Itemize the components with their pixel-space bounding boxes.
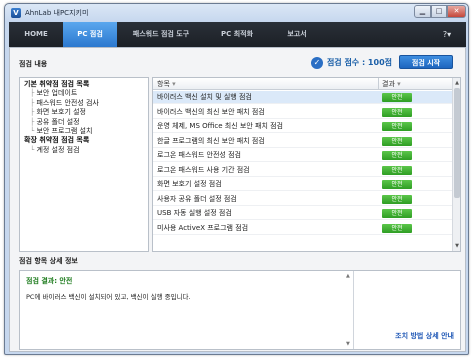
result-safe-badge: 안전	[382, 194, 412, 204]
row-item-label: 로그온 패스워드 사용 기간 점검	[157, 165, 250, 174]
table-row[interactable]: USB 자동 실행 설정 점검 안전	[153, 207, 453, 220]
row-item-label: 로그온 패스워드 안전성 점검	[157, 151, 241, 159]
detail-panel: 점검 결과: 안전 PC에 바이러스 백신이 설치되어 있고, 백신이 실행 중…	[19, 270, 461, 350]
sort-down-icon: ▾	[397, 80, 401, 88]
result-safe-badge: 안전	[382, 223, 412, 233]
header-result[interactable]: 결과 ▾	[382, 78, 401, 90]
table-header: 항목 ▾ 결과 ▾	[153, 78, 453, 90]
detail-section-title: 점검 항목 상세 정보	[19, 257, 78, 265]
tab-report[interactable]: 보고서	[269, 22, 325, 47]
tab-password-tool[interactable]: 패스워드 점검 도구	[117, 22, 205, 47]
table-row[interactable]: 한글 프로그램의 최신 보안 패치 점검 안전	[153, 135, 453, 148]
table-scrollbar[interactable]: ▲ ▼	[452, 78, 460, 251]
detail-divider	[353, 271, 354, 349]
result-safe-badge: 안전	[382, 180, 412, 189]
result-safe-badge: 안전	[382, 93, 412, 102]
tab-home[interactable]: HOME	[9, 22, 63, 47]
tree-item-screensaver[interactable]: ├ 화면 보호기 설정	[20, 108, 148, 117]
detail-description: PC에 바이러스 백신이 설치되어 있고, 백신이 실행 중입니다.	[26, 293, 191, 301]
row-item-label: 바이러스 백신 설치 및 실행 점검	[157, 93, 252, 101]
check-section-title: 점검 내용	[19, 60, 48, 68]
result-safe-badge: 안전	[382, 107, 412, 117]
minimize-button[interactable]: ▁	[414, 5, 431, 18]
check-tree: 기본 취약점 점검 목록 ├ 보안 업데이트 ├ 패스워드 안전성 검사 ├ 화…	[19, 77, 149, 252]
check-score: ✓ 점검 점수 : 100점	[310, 56, 392, 70]
scroll-down-icon[interactable]: ▼	[346, 341, 350, 347]
tab-pc-optimize[interactable]: PC 최적화	[205, 22, 269, 47]
result-safe-badge: 안전	[382, 122, 412, 131]
table-row[interactable]: 바이러스 백신 설치 및 실행 점검 안전	[153, 91, 453, 104]
scroll-down-icon[interactable]: ▼	[453, 242, 460, 250]
main-nav: HOME PC 점검 패스워드 점검 도구 PC 최적화 보고서 ?▾	[9, 22, 466, 47]
window-title: AhnLab 내PC지키미	[25, 9, 89, 17]
action-guide-link[interactable]: 조치 방법 상세 안내	[395, 331, 454, 341]
table-row[interactable]: 사용자 공유 폴더 설정 점검 안전	[153, 193, 453, 206]
check-results-table: 항목 ▾ 결과 ▾ 바이러스 백신 설치 및 실행 점검 안전 바이러스 백신의 최…	[152, 77, 461, 252]
table-row[interactable]: 미사용 ActiveX 프로그램 점검 안전	[153, 222, 453, 235]
score-label: 점검 점수 : 100점	[326, 58, 392, 67]
row-item-label: 사용자 공유 폴더 설정 점검	[157, 194, 237, 203]
row-item-label: USB 자동 실행 설정 점검	[157, 209, 232, 217]
tree-item-account[interactable]: └ 계정 설정 점검	[20, 146, 148, 155]
table-row[interactable]: 운영 체제, MS Office 최신 보안 패치 점검 안전	[153, 120, 453, 133]
close-button[interactable]: ✕	[447, 5, 466, 18]
tree-item-security-program[interactable]: └ 보안 프로그램 설치	[20, 127, 148, 136]
detail-scrollbar[interactable]: ▲ ▼	[346, 273, 352, 347]
table-row[interactable]: 로그온 패스워드 사용 기간 점검 안전	[153, 164, 453, 177]
row-item-label: 운영 체제, MS Office 최신 보안 패치 점검	[157, 122, 283, 130]
row-item-label: 미사용 ActiveX 프로그램 점검	[157, 223, 249, 232]
ahnlab-logo-icon: V	[11, 8, 21, 18]
tree-item-extended[interactable]: 확장 취약점 점검 목록	[20, 136, 148, 145]
content-panel: 점검 내용 ✓ 점검 점수 : 100점 점검 시작 기본 취약점 점검 목록 ├…	[9, 47, 466, 352]
result-safe-badge: 안전	[382, 151, 412, 160]
maximize-button[interactable]: □	[431, 5, 447, 18]
scroll-up-icon[interactable]: ▲	[346, 273, 350, 279]
tree-item-shared-folder[interactable]: ├ 공유 폴더 설정	[20, 118, 148, 127]
table-row[interactable]: 로그온 패스워드 안전성 점검 안전	[153, 149, 453, 162]
row-item-label: 화면 보호기 설정 점검	[157, 180, 222, 188]
row-item-label: 바이러스 백신의 최신 보안 패치 점검	[157, 107, 265, 116]
row-item-label: 한글 프로그램의 최신 보안 패치 점검	[157, 136, 265, 145]
header-item[interactable]: 항목 ▾	[157, 78, 176, 90]
table-row[interactable]: 화면 보호기 설정 점검 안전	[153, 178, 453, 191]
result-safe-badge: 안전	[382, 209, 412, 218]
result-safe-badge: 안전	[382, 165, 412, 175]
scroll-up-icon[interactable]: ▲	[453, 79, 460, 87]
tree-item-password[interactable]: ├ 패스워드 안전성 검사	[20, 99, 148, 108]
detail-result-label: 점검 결과: 안전	[26, 277, 73, 285]
title-bar[interactable]: V AhnLab 내PC지키미 ▁ □ ✕	[5, 4, 468, 22]
app-window: V AhnLab 내PC지키미 ▁ □ ✕ HOME PC 점검 패스워드 점검…	[4, 3, 469, 355]
tab-pc-check[interactable]: PC 점검	[63, 22, 117, 47]
sort-down-icon: ▾	[172, 80, 176, 88]
tree-item-basic[interactable]: 기본 취약점 점검 목록	[20, 80, 148, 89]
table-row[interactable]: 바이러스 백신의 최신 보안 패치 점검 안전	[153, 106, 453, 119]
check-circle-icon: ✓	[310, 56, 323, 69]
start-check-button[interactable]: 점검 시작	[399, 55, 453, 69]
scroll-thumb[interactable]	[454, 88, 460, 198]
tree-item-security-update[interactable]: ├ 보안 업데이트	[20, 89, 148, 98]
result-safe-badge: 안전	[382, 136, 412, 146]
help-menu-icon[interactable]: ?▾	[436, 29, 458, 41]
column-divider[interactable]	[378, 78, 379, 90]
